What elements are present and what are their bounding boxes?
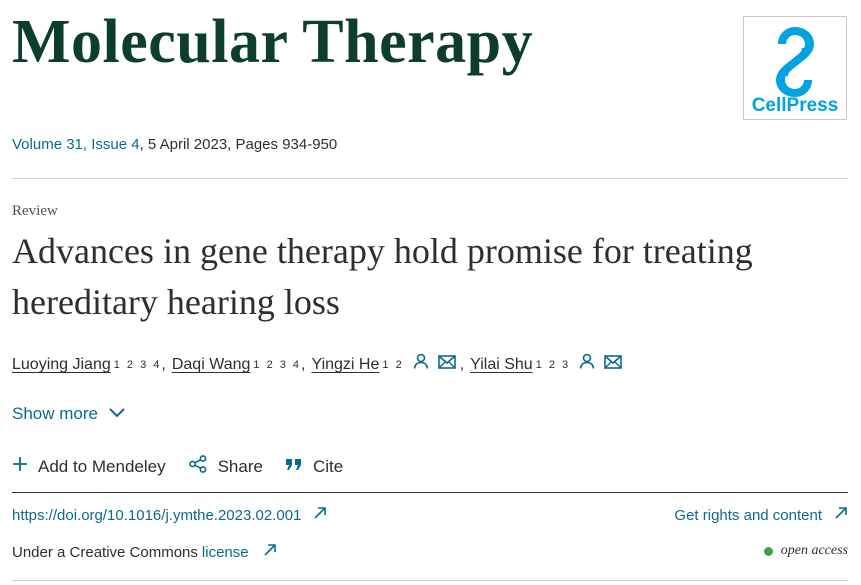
add-to-mendeley-button[interactable]: Add to Mendeley (12, 456, 166, 477)
open-access-dot-icon (763, 546, 773, 556)
get-rights-label: Get rights and content (674, 506, 822, 524)
license-prefix: Under a Creative Commons (12, 543, 198, 561)
license-info: Under a Creative Commons license (12, 543, 277, 561)
share-button[interactable]: Share (188, 454, 263, 479)
cite-label: Cite (312, 456, 344, 476)
article-type: Review (12, 203, 58, 219)
divider (12, 580, 848, 581)
show-more-button[interactable]: Show more (12, 404, 126, 424)
email-icon[interactable] (437, 353, 456, 377)
volume-issue-link[interactable]: Volume 31, Issue 4 (12, 136, 140, 153)
external-link-icon[interactable] (263, 543, 277, 561)
plus-icon (12, 456, 28, 477)
external-link-icon (313, 506, 327, 524)
article-title: Advances in gene therapy hold promise fo… (12, 231, 753, 322)
doi-link[interactable]: https://doi.org/10.1016/j.ymthe.2023.02.… (12, 506, 327, 524)
email-icon[interactable] (604, 353, 622, 377)
person-icon[interactable] (412, 352, 430, 378)
person-icon[interactable] (578, 352, 596, 378)
cite-button[interactable]: Cite (285, 456, 343, 477)
author-affiliations[interactable]: 1 2 (382, 353, 403, 377)
add-to-mendeley-label: Add to Mendeley (38, 456, 166, 476)
cellpress-logo[interactable]: CellPress (743, 16, 847, 120)
open-access-label: open access (780, 543, 848, 558)
chevron-down-icon (108, 404, 126, 424)
divider (12, 178, 848, 179)
license-link[interactable]: license (202, 544, 249, 561)
doi-text: https://doi.org/10.1016/j.ymthe.2023.02.… (12, 506, 302, 524)
svg-text:CellPress: CellPress (752, 95, 839, 116)
issue-date-pages: , 5 April 2023, Pages 934-950 (139, 136, 338, 153)
share-icon (188, 454, 208, 479)
cellpress-logo-mark: CellPress (752, 27, 839, 116)
comma: , (459, 356, 465, 373)
author-affiliations[interactable]: 1 2 3 (536, 353, 570, 377)
comma: , (161, 356, 166, 373)
open-access-badge: open access (763, 543, 848, 559)
author-link[interactable]: Yingzi He (312, 353, 380, 377)
article-actions: Add to Mendeley Share Cite (12, 454, 365, 479)
quote-icon (285, 456, 303, 477)
author-link[interactable]: Luoying Jiang (12, 353, 111, 377)
external-link-icon (834, 506, 848, 524)
show-more-label: Show more (12, 404, 98, 423)
author-affiliations[interactable]: 1 2 3 4 (253, 353, 301, 377)
get-rights-link[interactable]: Get rights and content (674, 506, 848, 524)
comma: , (301, 356, 306, 373)
issue-info: Volume 31, Issue 4, 5 April 2023, Pages … (12, 135, 337, 155)
author-link[interactable]: Yilai Shu (470, 353, 533, 377)
author-link[interactable]: Daqi Wang (172, 353, 251, 377)
journal-title[interactable]: Molecular Therapy (12, 2, 533, 82)
divider (12, 492, 848, 493)
author-affiliations[interactable]: 1 2 3 4 (114, 353, 162, 377)
share-label: Share (217, 456, 263, 476)
author-list: Luoying Jiang 1 2 3 4, Daqi Wang 1 2 3 4… (12, 352, 622, 378)
